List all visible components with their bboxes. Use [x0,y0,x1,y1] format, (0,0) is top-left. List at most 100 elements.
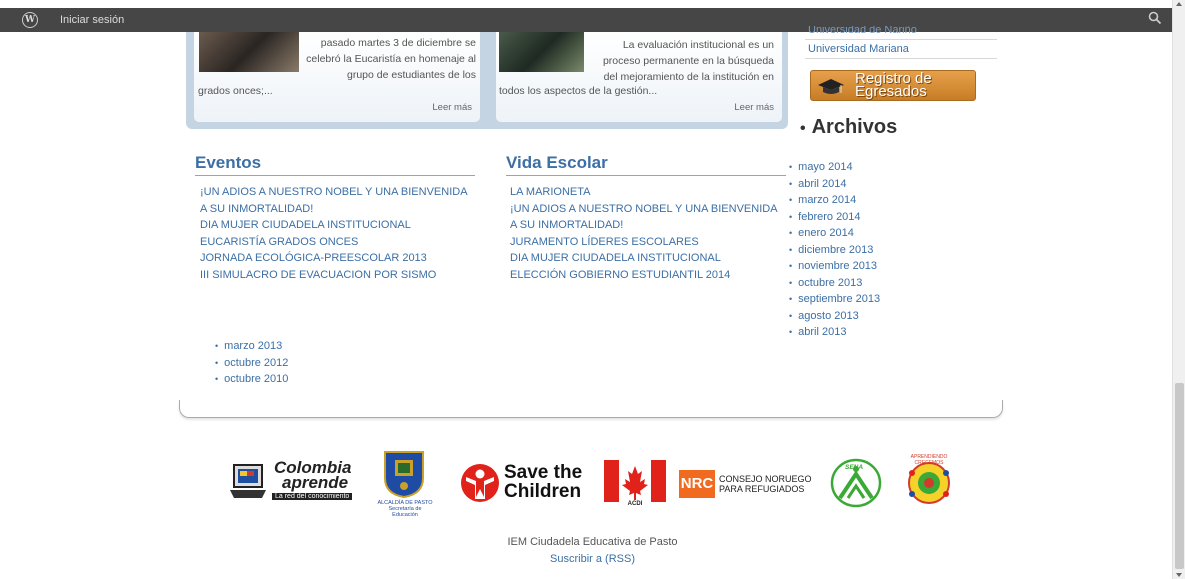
vida-escolar-link[interactable]: JURAMENTO LÍDERES ESCOLARES [510,234,778,251]
archivos-list: • mayo 2014 • abril 2014 • marzo 2014 • febr… [789,159,880,341]
list-item[interactable]: • octubre 2012 [215,355,288,372]
list-item[interactable]: • septiembre 2013 [789,291,880,308]
event-link[interactable]: A SU INMORTALIDAD! [200,201,468,218]
admin-bar: W Iniciar sesión [0,8,1172,32]
logo-text: APRENDIENDO CRECEMOS [910,454,948,466]
archive-link[interactable]: abril 2013 [798,326,846,338]
sidebar-link[interactable]: Universidad Mariana [808,43,909,55]
login-link[interactable]: Iniciar sesión [60,14,124,26]
archive-link[interactable]: abril 2014 [798,178,846,190]
eventos-heading[interactable]: Eventos [195,153,261,173]
vida-escolar-link[interactable]: ELECCIÓN GOBIERNO ESTUDIANTIL 2014 [510,267,778,284]
sidebar-divider [805,58,997,59]
vida-escolar-list: LA MARIONETA ¡UN ADIOS A NUESTRO NOBEL Y… [510,184,778,283]
list-item[interactable]: • enero 2014 [789,225,880,242]
vida-escolar-link[interactable]: A SU INMORTALIDAD! [510,217,778,234]
alcaldia-pasto-logo[interactable]: ALCALDÍA DE PASTO Secretaría de Educación [375,448,435,518]
partner-logos: Colombia aprende La red del conocimiento … [0,448,1172,520]
child-figure-icon [461,464,499,502]
eventos-underline [195,175,475,176]
archive-link[interactable]: octubre 2013 [798,277,862,289]
read-more-link[interactable]: Leer más [734,102,774,113]
acdi-logo[interactable]: ACDI [604,460,666,510]
event-link[interactable]: DIA MUJER CIUDADELA INSTITUCIONAL [200,217,468,234]
news-thumbnail[interactable] [199,32,299,72]
list-item[interactable]: • diciembre 2013 [789,242,880,259]
list-item[interactable]: • abril 2013 [789,324,880,341]
page-scrollbar[interactable] [1172,0,1185,579]
list-item[interactable]: • febrero 2014 [789,209,880,226]
archive-link[interactable]: noviembre 2013 [798,260,877,272]
archive-link[interactable]: octubre 2010 [224,373,288,385]
logo-text: Children [504,481,582,502]
archive-link[interactable]: septiembre 2013 [798,293,880,305]
logo-text: aprende [282,473,349,492]
content-bottom-divider [179,400,1003,418]
logo-text: CONSEJO NORUEGO [719,474,812,484]
archive-link[interactable]: marzo 2014 [798,194,856,206]
event-link[interactable]: EUCARISTÍA GRADOS ONCES [200,234,468,251]
list-item[interactable]: • octubre 2010 [215,371,288,388]
sidebar-divider [805,39,997,40]
archivos-title: Archivos [811,116,898,138]
older-archives-list: • marzo 2013 • octubre 2012 • octubre 2010 [215,338,288,388]
archive-link[interactable]: agosto 2013 [798,310,859,322]
event-link[interactable]: III SIMULACRO DE EVACUACION POR SISMO [200,267,468,284]
list-item[interactable]: • agosto 2013 [789,308,880,325]
list-item[interactable]: • octubre 2013 [789,275,880,292]
canada-flag-icon [604,460,666,502]
computer-icon [230,464,266,498]
read-more-link[interactable]: Leer más [432,102,472,113]
list-item[interactable]: • marzo 2014 [789,192,880,209]
site-name: IEM Ciudadela Educativa de Pasto [507,536,678,548]
logo-text: Secretaría de Educación [388,506,422,518]
logo-text: SENA [845,464,864,471]
search-icon[interactable] [1148,11,1162,25]
graduation-cap-icon [818,79,844,94]
list-item[interactable]: • noviembre 2013 [789,258,880,275]
news-excerpt-end: grados onces;... [198,85,273,97]
scroll-up-arrow-icon[interactable] [1176,2,1182,6]
save-the-children-logo[interactable]: Save the Children [460,463,590,505]
wordpress-logo-icon[interactable]: W [22,12,38,28]
logo-text: NRC [679,470,715,498]
eventos-list: ¡UN ADIOS A NUESTRO NOBEL Y UNA BIENVENI… [200,184,468,283]
nrc-logo[interactable]: NRC CONSEJO NORUEGO PARA REFUGIADOS [679,470,819,498]
news-card: pasado martes 3 de diciembre se celebró … [194,32,480,122]
news-excerpt-end: todos los aspectos de la gestión... [499,85,658,97]
news-slider: pasado martes 3 de diciembre se celebró … [186,32,788,129]
archivos-heading: • Archivos [800,116,898,138]
scroll-down-arrow-icon[interactable] [1176,573,1182,577]
event-link[interactable]: ¡UN ADIOS A NUESTRO NOBEL Y UNA BIENVENI… [200,184,468,201]
vida-escolar-link[interactable]: DIA MUJER CIUDADELA INSTITUCIONAL [510,250,778,267]
registro-egresados-button[interactable]: Registro de Egresados [810,70,976,101]
registro-label: Egresados [855,83,927,100]
news-excerpt: La evaluación institucional es un proces… [602,39,774,83]
news-excerpt: pasado martes 3 de diciembre se celebró … [306,37,476,81]
archive-link[interactable]: febrero 2014 [798,211,860,223]
list-item[interactable]: • abril 2014 [789,176,880,193]
archive-link[interactable]: enero 2014 [798,227,854,239]
archive-link[interactable]: marzo 2013 [224,340,282,352]
shield-icon [384,451,424,498]
news-card: La evaluación institucional es un proces… [496,32,782,122]
logo-text: La red del conocimiento [272,493,353,500]
list-item[interactable]: • mayo 2014 [789,159,880,176]
aprendiendo-crecemos-logo[interactable]: APRENDIENDO CRECEMOS [898,454,960,512]
vida-escolar-link[interactable]: ¡UN ADIOS A NUESTRO NOBEL Y UNA BIENVENI… [510,201,778,218]
archive-link[interactable]: diciembre 2013 [798,244,873,256]
logo-text: PARA REFUGIADOS [719,484,805,494]
sidebar-link[interactable]: Universidad de Nariño [808,26,917,34]
vida-escolar-heading[interactable]: Vida Escolar [506,153,608,173]
colombia-aprende-logo[interactable]: Colombia aprende La red del conocimiento [228,459,363,508]
archive-link[interactable]: octubre 2012 [224,357,288,369]
rss-link[interactable]: Suscribir a (RSS) [0,553,1185,565]
news-thumbnail[interactable] [499,32,584,72]
sena-logo[interactable]: SENA [830,458,882,508]
vida-escolar-underline [506,175,786,176]
list-item[interactable]: • marzo 2013 [215,338,288,355]
vida-escolar-link[interactable]: LA MARIONETA [510,184,778,201]
event-link[interactable]: JORNADA ECOLÓGICA-PREESCOLAR 2013 [200,250,468,267]
logo-text: ACDI [627,501,643,507]
archive-link[interactable]: mayo 2014 [798,161,852,173]
